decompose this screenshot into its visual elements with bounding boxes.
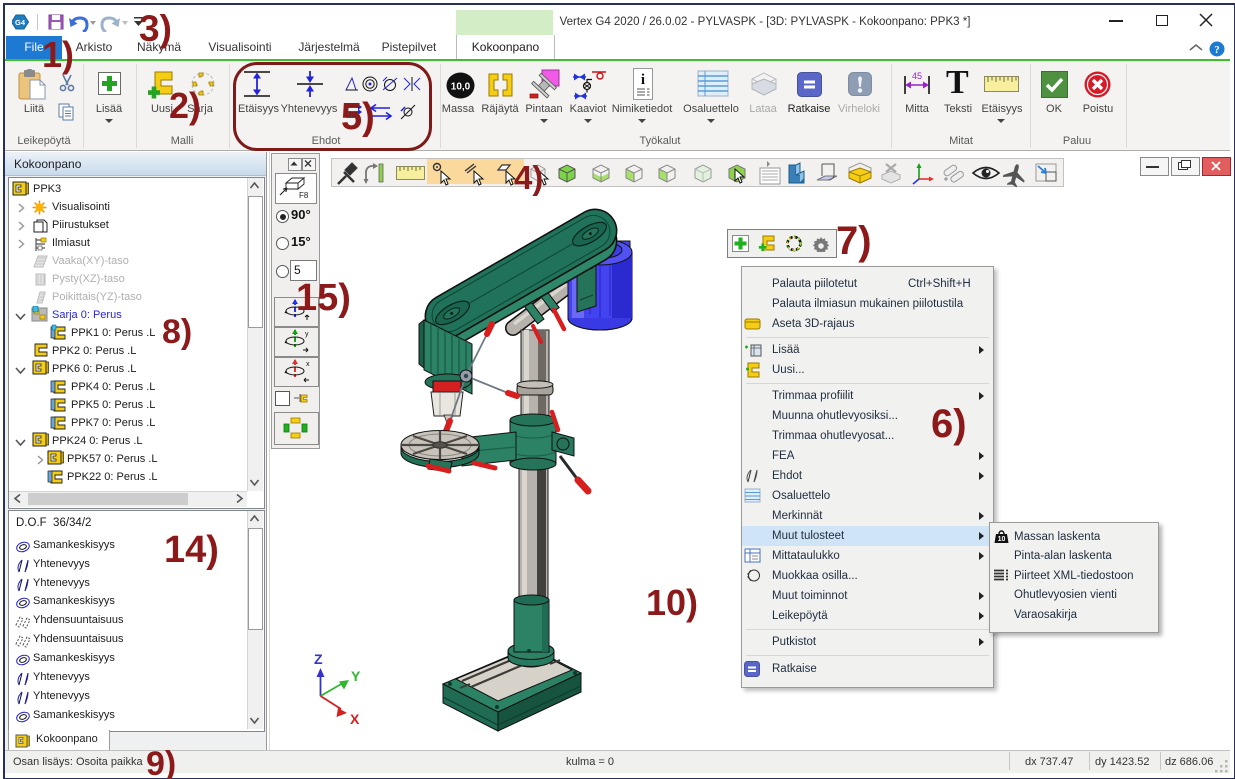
svg-text:X: X	[350, 711, 360, 727]
svg-text:i: i	[641, 72, 645, 88]
svg-text:F8: F8	[299, 191, 309, 200]
svg-text:10: 10	[998, 536, 1006, 543]
svg-text:?: ?	[1214, 44, 1220, 56]
svg-text:45: 45	[912, 71, 922, 81]
svg-text:10,0: 10,0	[451, 82, 471, 93]
svg-text:y: y	[305, 331, 309, 338]
svg-text:x: x	[306, 361, 310, 368]
svg-text:Y: Y	[351, 668, 361, 684]
svg-text:Z: Z	[314, 651, 323, 667]
svg-text:G4: G4	[15, 18, 26, 27]
